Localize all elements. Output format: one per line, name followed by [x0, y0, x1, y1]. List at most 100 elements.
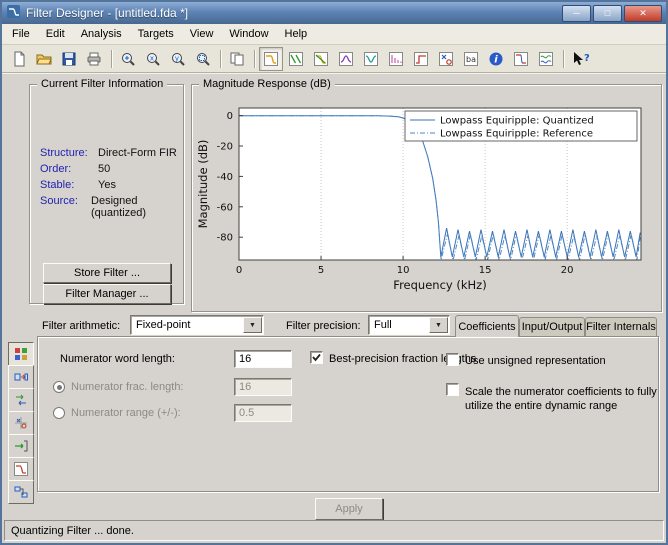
filter-information-icon[interactable]: i — [484, 47, 508, 71]
order-value: 50 — [98, 163, 111, 175]
pole-zero-plot-icon[interactable] — [434, 47, 458, 71]
best-precision-checkbox[interactable] — [310, 351, 323, 364]
svg-text:Lowpass Equiripple: Reference: Lowpass Equiripple: Reference — [440, 129, 593, 140]
svg-text:-60: -60 — [217, 202, 233, 213]
phase-response-icon[interactable] — [284, 47, 308, 71]
filter-source-row: Source: Designed (quantized) — [40, 195, 183, 219]
title-bar[interactable]: Filter Designer - [untitled.fda *] ─ □ ✕ — [2, 2, 666, 24]
toolbar-separator — [254, 49, 255, 68]
current-filter-info-title: Current Filter Information — [37, 78, 168, 90]
minimize-button[interactable]: ─ — [562, 4, 591, 22]
magnitude-response-chart: 0 -20 -40 -60 -80 0 5 10 15 20 Frequency (kHz) Magn… — [196, 107, 642, 292]
overlay-analysis-icon[interactable] — [534, 47, 558, 71]
import-filter-icon[interactable] — [8, 434, 34, 458]
svg-text:20: 20 — [561, 265, 574, 276]
impulse-response-icon[interactable] — [384, 47, 408, 71]
svg-text:5: 5 — [318, 265, 324, 276]
toolbar: x y ba i ? — [2, 45, 666, 73]
whats-this-help-icon[interactable]: ? — [568, 47, 592, 71]
maximize-button[interactable]: □ — [593, 4, 622, 22]
numerator-frac-radio[interactable] — [53, 381, 65, 393]
magnitude-specs-icon[interactable] — [509, 47, 533, 71]
source-value: Designed (quantized) — [91, 195, 147, 219]
svg-text:y: y — [175, 54, 179, 62]
filter-arithmetic-select[interactable]: Fixed-point ▼ — [130, 315, 264, 335]
duplicate-analysis-icon[interactable] — [225, 47, 249, 71]
coefficients-tab-panel: Numerator word length: Best-precision fr… — [37, 336, 659, 492]
magnitude-response-title: Magnitude Response (dB) — [199, 78, 335, 90]
transform-filter-icon[interactable] — [8, 365, 34, 389]
tab-filter-internals[interactable]: Filter Internals — [585, 317, 657, 336]
open-session-icon[interactable] — [32, 47, 56, 71]
svg-text:Frequency (kHz): Frequency (kHz) — [393, 278, 486, 292]
close-button[interactable]: ✕ — [624, 4, 662, 22]
svg-text:Lowpass Equiripple: Quantized: Lowpass Equiripple: Quantized — [440, 116, 594, 127]
filter-arithmetic-label: Filter arithmetic: — [42, 320, 121, 332]
magnitude-response-icon[interactable] — [259, 46, 283, 71]
filter-precision-select[interactable]: Full ▼ — [368, 315, 450, 335]
save-session-icon[interactable] — [57, 47, 81, 71]
source-label: Source: — [40, 195, 78, 207]
multirate-filter-icon[interactable] — [8, 388, 34, 412]
structure-label: Structure: — [40, 147, 88, 159]
magnitude-and-phase-icon[interactable] — [309, 47, 333, 71]
realize-model-icon[interactable] — [8, 480, 34, 504]
numerator-range-radio[interactable] — [53, 407, 65, 419]
menu-edit[interactable]: Edit — [38, 25, 73, 43]
zoom-in-icon[interactable] — [116, 47, 140, 71]
tab-input-output[interactable]: Input/Output — [519, 317, 585, 336]
current-filter-info-panel: Current Filter Information Structure: Di… — [29, 78, 184, 304]
svg-text:0: 0 — [236, 265, 242, 276]
filter-manager-button[interactable]: Filter Manager ... — [43, 284, 171, 304]
phase-delay-icon[interactable] — [359, 47, 383, 71]
print-icon[interactable] — [82, 47, 106, 71]
menu-window[interactable]: Window — [221, 25, 276, 43]
filter-precision-label: Filter precision: — [286, 320, 361, 332]
filter-precision-value: Full — [374, 319, 392, 331]
menu-view[interactable]: View — [182, 25, 222, 43]
pole-zero-editor-icon[interactable] — [8, 411, 34, 435]
new-session-icon[interactable] — [7, 47, 31, 71]
numerator-frac-label: Numerator frac. length: — [71, 381, 184, 393]
menu-help[interactable]: Help — [277, 25, 316, 43]
chevron-down-icon[interactable]: ▼ — [243, 317, 262, 333]
menu-targets[interactable]: Targets — [130, 25, 182, 43]
numerator-frac-input — [234, 378, 292, 396]
tab-coefficients[interactable]: Coefficients — [455, 315, 519, 337]
restore-default-view-icon[interactable] — [191, 47, 215, 71]
svg-text:x: x — [150, 54, 154, 62]
step-response-icon[interactable] — [409, 47, 433, 71]
unsigned-representation-label: Use unsigned representation — [465, 355, 606, 367]
filter-coefficients-icon[interactable]: ba — [459, 47, 483, 71]
zoom-y-icon[interactable]: y — [166, 47, 190, 71]
filter-order-row: Order: 50 — [40, 163, 183, 175]
apply-button[interactable]: Apply — [315, 498, 383, 520]
menu-analysis[interactable]: Analysis — [73, 25, 130, 43]
scale-coefficients-checkbox[interactable] — [446, 383, 459, 396]
toolbar-separator — [563, 49, 564, 68]
unsigned-representation-checkbox[interactable] — [446, 353, 459, 366]
store-filter-button[interactable]: Store Filter ... — [43, 263, 171, 283]
stable-label: Stable: — [40, 179, 75, 191]
filter-designer-window: Filter Designer - [untitled.fda *] ─ □ ✕… — [0, 0, 668, 545]
numerator-word-length-label: Numerator word length: — [60, 353, 175, 365]
svg-text:i: i — [494, 54, 498, 65]
svg-text:-80: -80 — [217, 233, 233, 244]
filter-structure-row: Structure: Direct-Form FIR — [40, 147, 183, 159]
group-delay-icon[interactable] — [334, 47, 358, 71]
zoom-x-icon[interactable]: x — [141, 47, 165, 71]
menu-file[interactable]: File — [4, 25, 38, 43]
svg-text:-40: -40 — [217, 172, 233, 183]
svg-text:Magnitude (dB): Magnitude (dB) — [196, 140, 210, 229]
filter-stable-row: Stable: Yes — [40, 179, 183, 191]
design-filter-icon[interactable] — [8, 457, 34, 481]
numerator-range-label: Numerator range (+/-): — [71, 407, 181, 419]
magnitude-response-panel: Magnitude Response (dB) 0 -20 -40 -60 -80 0 5 1… — [191, 78, 662, 312]
svg-text:?: ? — [584, 53, 589, 64]
numerator-word-length-input[interactable] — [234, 350, 292, 368]
stable-value: Yes — [98, 179, 116, 191]
chevron-down-icon[interactable]: ▼ — [429, 317, 448, 333]
structure-value: Direct-Form FIR — [98, 147, 177, 159]
status-text: Quantizing Filter ... done. — [11, 524, 134, 537]
set-quantization-parameters-icon[interactable] — [8, 342, 34, 366]
